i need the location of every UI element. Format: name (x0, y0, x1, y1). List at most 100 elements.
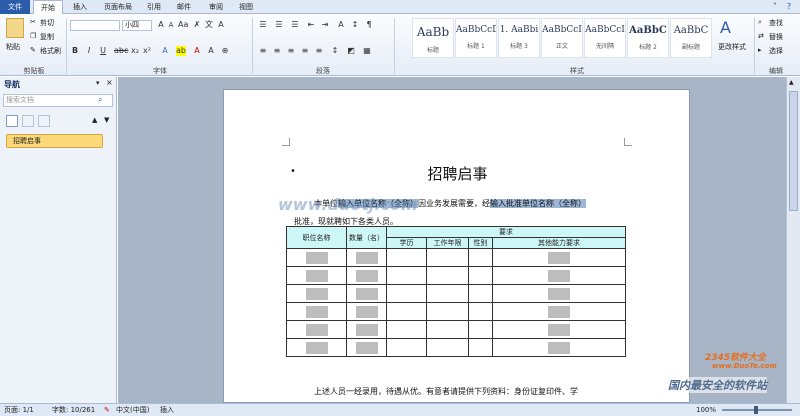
superscript-icon[interactable]: x² (142, 46, 152, 56)
placeholder-field[interactable] (305, 341, 328, 354)
document-page[interactable]: • 招聘启事 本单位输入单位名称（全称）因业务发展需要，经输入批准单位名称（全称… (223, 89, 690, 403)
paste-icon[interactable] (6, 18, 24, 38)
insert-mode[interactable]: 插入 (160, 404, 174, 416)
placeholder-field[interactable] (305, 323, 328, 336)
change-case-icon[interactable]: Aa (178, 20, 188, 30)
tab-file[interactable]: 文件 (0, 0, 30, 14)
browse-results-icon[interactable] (38, 115, 50, 127)
minimize-ribbon-icon[interactable]: ˄ (770, 2, 780, 12)
clear-format-icon[interactable]: ✗ (192, 20, 202, 30)
text-effects-icon[interactable]: A (160, 46, 170, 56)
copy-icon[interactable]: ❐ (30, 32, 36, 40)
cut-icon[interactable]: ✂ (30, 18, 36, 26)
distributed-icon[interactable]: ≡ (314, 46, 324, 56)
placeholder-field[interactable] (355, 341, 378, 354)
strikethrough-icon[interactable]: abc (114, 46, 128, 56)
underline-icon[interactable]: U (98, 46, 108, 56)
vertical-scrollbar[interactable]: ▲ (786, 77, 800, 403)
placeholder-field[interactable] (355, 251, 378, 264)
format-painter-icon[interactable]: ✎ (30, 46, 36, 54)
search-icon[interactable]: ⌕ (98, 95, 102, 105)
tab-review[interactable]: 审阅 (204, 0, 228, 14)
close-icon[interactable]: × (106, 78, 113, 87)
placeholder-field[interactable] (548, 305, 570, 318)
change-styles-icon[interactable]: A (720, 18, 731, 37)
placeholder-field[interactable] (548, 287, 570, 300)
style-heading-3[interactable]: 1. AaBbi 标题 3 (498, 18, 540, 58)
subscript-icon[interactable]: x₂ (130, 46, 140, 56)
chinese-layout-icon[interactable]: A (336, 20, 346, 30)
align-left-icon[interactable]: ≡ (258, 46, 268, 56)
bullets-icon[interactable]: ☰ (258, 20, 268, 30)
cut-button[interactable]: 剪切 (40, 18, 54, 28)
style-normal[interactable]: AaBbCcI 正文 (541, 18, 583, 58)
zoom-slider-thumb[interactable] (754, 406, 758, 414)
select-icon[interactable]: ▸ (758, 46, 762, 54)
document-title[interactable]: 招聘启事 (224, 163, 691, 184)
browse-headings-icon[interactable] (6, 115, 18, 127)
replace-button[interactable]: 替换 (769, 32, 783, 42)
find-button[interactable]: 查找 (769, 18, 783, 28)
grow-font-icon[interactable]: A (156, 20, 166, 30)
search-input[interactable]: 搜索文档 (3, 94, 113, 107)
phonetic-guide-icon[interactable]: 文 (204, 20, 214, 30)
paragraph-footer[interactable]: 上述人员一经录用，待遇从优。有意者请提供下列资料：身份证复印件、学 (314, 386, 578, 397)
language[interactable]: 中文(中国) (116, 404, 149, 416)
next-icon[interactable]: ▼ (104, 116, 109, 124)
nav-heading-item[interactable]: 招聘启事 (6, 134, 103, 148)
style-heading-1[interactable]: AaBbCcDc 标题 1 (455, 18, 497, 58)
align-right-icon[interactable]: ≡ (286, 46, 296, 56)
character-border-icon[interactable]: A (216, 20, 226, 30)
placeholder-field[interactable] (305, 305, 328, 318)
italic-icon[interactable]: I (84, 46, 94, 56)
sort-icon[interactable]: ↕ (350, 20, 360, 30)
decrease-indent-icon[interactable]: ⇤ (306, 20, 316, 30)
select-button[interactable]: 选择 (769, 46, 783, 56)
tab-insert[interactable]: 插入 (68, 0, 92, 14)
placeholder-field[interactable] (548, 341, 570, 354)
font-family-select[interactable] (70, 20, 120, 31)
table-row[interactable] (286, 266, 626, 285)
table-row[interactable] (286, 284, 626, 303)
placeholder-field[interactable] (355, 305, 378, 318)
change-styles-button[interactable]: 更改样式 (718, 42, 746, 52)
paste-button[interactable]: 粘贴 (6, 42, 20, 52)
placeholder-field[interactable] (355, 287, 378, 300)
borders-icon[interactable]: ▦ (362, 46, 372, 56)
font-color-icon[interactable]: A (192, 46, 202, 56)
table-row[interactable] (286, 248, 626, 267)
character-shading-icon[interactable]: A (206, 46, 216, 56)
pane-menu-icon[interactable]: ▾ (96, 79, 100, 87)
bold-icon[interactable]: B (70, 46, 80, 56)
scroll-thumb[interactable] (789, 91, 798, 211)
enclose-character-icon[interactable]: ⊕ (220, 46, 230, 56)
numbering-icon[interactable]: ☰ (274, 20, 284, 30)
show-marks-icon[interactable]: ¶ (364, 20, 374, 30)
table-row[interactable] (286, 302, 626, 321)
increase-indent-icon[interactable]: ⇥ (320, 20, 330, 30)
page-count[interactable]: 页面: 1/1 (4, 404, 34, 416)
browse-pages-icon[interactable] (22, 115, 34, 127)
placeholder-field[interactable] (548, 269, 570, 282)
zoom-level[interactable]: 100% (696, 404, 716, 416)
font-size-select[interactable]: 小四 (122, 20, 152, 31)
placeholder-field[interactable] (548, 251, 570, 264)
tab-view[interactable]: 视图 (234, 0, 258, 14)
placeholder-field[interactable] (548, 323, 570, 336)
placeholder-field[interactable] (305, 287, 328, 300)
placeholder-field[interactable] (305, 269, 328, 282)
style-title[interactable]: AaBb 标题 (412, 18, 454, 58)
replace-icon[interactable]: ⇄ (758, 32, 764, 40)
highlighted-field[interactable]: 输入批准单位名称（全称） (490, 199, 586, 208)
table-row[interactable] (286, 320, 626, 339)
tab-home[interactable]: 开始 (33, 0, 63, 15)
job-table[interactable]: 职位名称 数量（名） 要求 学历 工作年限 性别 其他能力要求 (286, 226, 626, 357)
justify-icon[interactable]: ≡ (300, 46, 310, 56)
placeholder-field[interactable] (305, 251, 328, 264)
placeholder-field[interactable] (355, 323, 378, 336)
style-heading-2[interactable]: AaBbC 标题 2 (627, 18, 669, 58)
table-row[interactable] (286, 338, 626, 357)
format-painter-button[interactable]: 格式刷 (40, 46, 61, 56)
help-icon[interactable]: ? (784, 2, 794, 12)
shading-icon[interactable]: ◩ (346, 46, 356, 56)
